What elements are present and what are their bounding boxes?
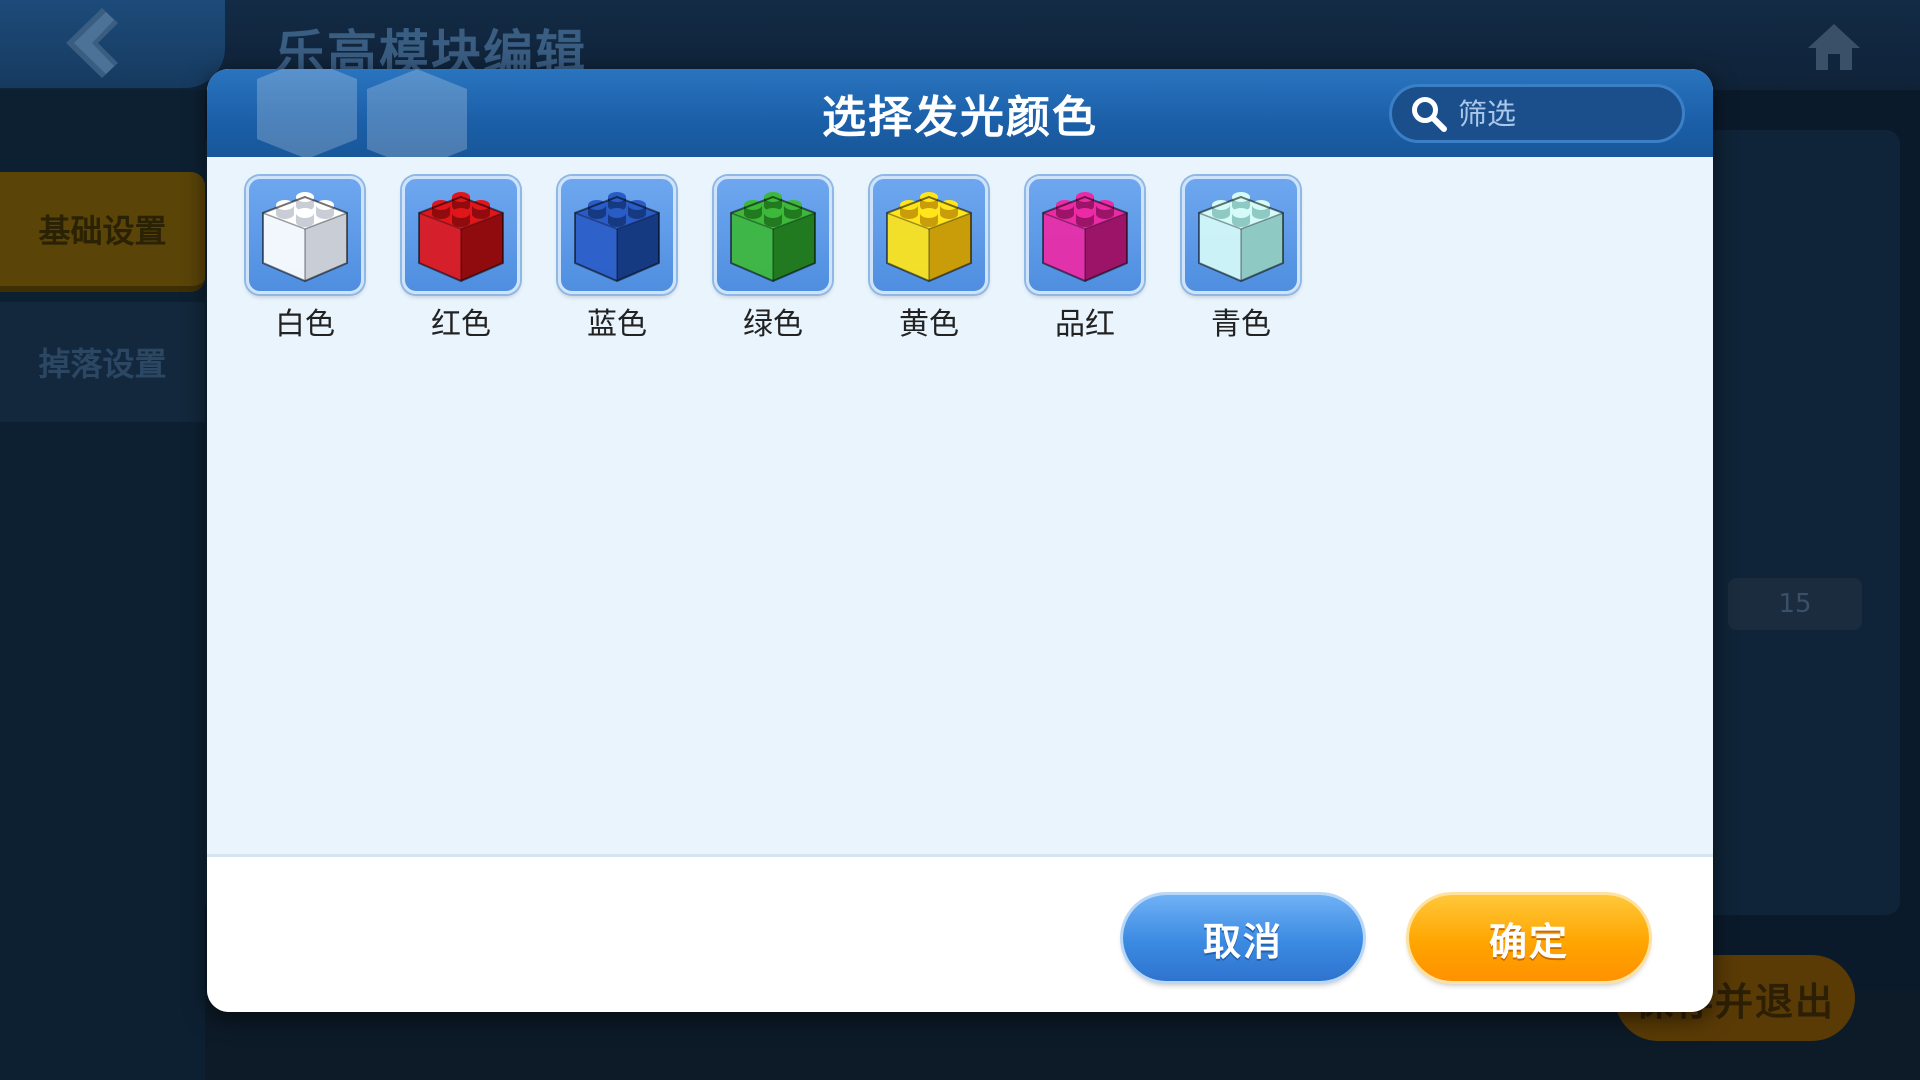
color-list: 白色 红色 蓝色 绿色 黄色 品红 青色 <box>207 157 1713 857</box>
brick-icon <box>1198 192 1284 283</box>
color-label: 红色 <box>431 307 491 342</box>
brick-icon <box>418 192 504 283</box>
search-icon <box>1412 96 1447 132</box>
color-tile[interactable] <box>246 176 364 294</box>
dialog-header: 选择发光颜色 <box>207 69 1713 157</box>
color-option-3[interactable]: 蓝色 <box>539 176 695 343</box>
color-label: 黄色 <box>899 307 959 342</box>
color-option-4[interactable]: 绿色 <box>695 176 851 343</box>
confirm-button[interactable]: 确定 <box>1409 895 1649 981</box>
color-label: 品红 <box>1055 307 1115 342</box>
color-option-1[interactable]: 白色 <box>227 176 383 343</box>
color-option-5[interactable]: 黄色 <box>851 176 1007 343</box>
back-button[interactable] <box>0 0 225 88</box>
color-tile[interactable] <box>714 176 832 294</box>
color-tile[interactable] <box>1182 176 1300 294</box>
color-tile[interactable] <box>1026 176 1144 294</box>
color-label: 青色 <box>1211 307 1271 342</box>
color-label: 白色 <box>275 307 335 342</box>
dialog-footer: 取消 确定 <box>207 857 1713 1012</box>
color-tile[interactable] <box>558 176 676 294</box>
color-label: 绿色 <box>743 307 803 342</box>
color-option-6[interactable]: 品红 <box>1007 176 1163 343</box>
search-box[interactable] <box>1389 84 1685 143</box>
color-tile[interactable] <box>402 176 520 294</box>
brick-icon <box>1042 192 1128 283</box>
cancel-button[interactable]: 取消 <box>1123 895 1363 981</box>
brick-icon <box>262 192 348 283</box>
tab-basic-settings[interactable]: 基础设置 <box>0 172 205 292</box>
search-input[interactable] <box>1458 93 1678 134</box>
brick-icon <box>730 192 816 283</box>
color-option-2[interactable]: 红色 <box>383 176 539 343</box>
tab-drop-settings[interactable]: 掉落设置 <box>0 302 205 422</box>
color-tile[interactable] <box>870 176 988 294</box>
color-grid: 白色 红色 蓝色 绿色 黄色 品红 青色 <box>227 176 1319 343</box>
brick-icon <box>574 192 660 283</box>
color-picker-dialog: 选择发光颜色 筛选 白色 红色 蓝色 绿色 黄色 品红 青色 取消 确定 <box>207 69 1713 1012</box>
color-option-7[interactable]: 青色 <box>1163 176 1319 343</box>
brick-icon <box>886 192 972 283</box>
color-label: 蓝色 <box>587 307 647 342</box>
value-field[interactable]: 15 <box>1728 578 1862 630</box>
back-arrow-icon <box>66 8 118 78</box>
home-icon[interactable] <box>1806 22 1862 72</box>
